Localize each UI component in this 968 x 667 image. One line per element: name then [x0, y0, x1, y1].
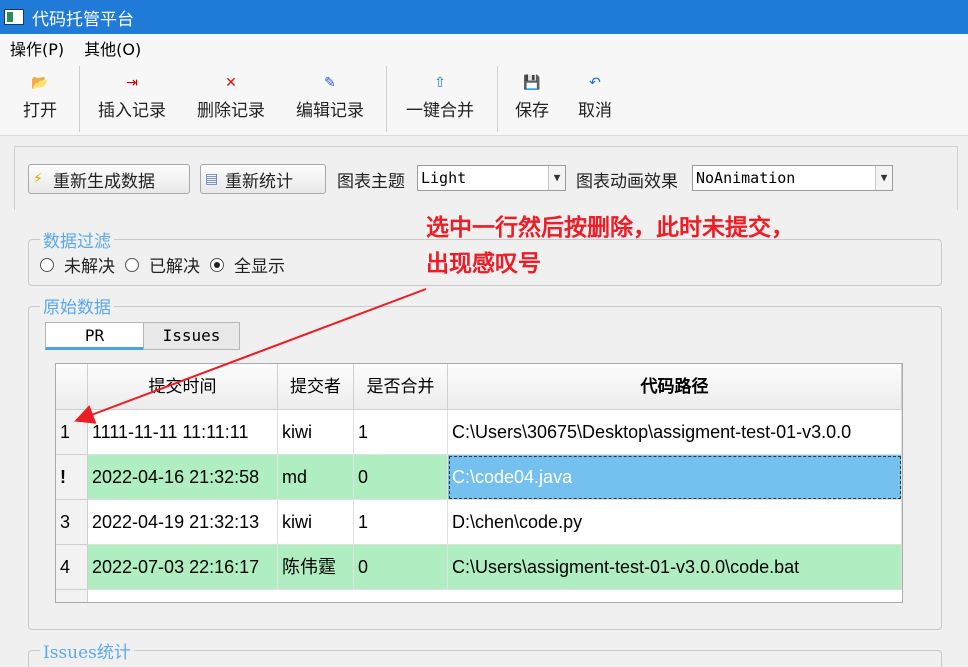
annotation-arrow: [74, 288, 427, 424]
